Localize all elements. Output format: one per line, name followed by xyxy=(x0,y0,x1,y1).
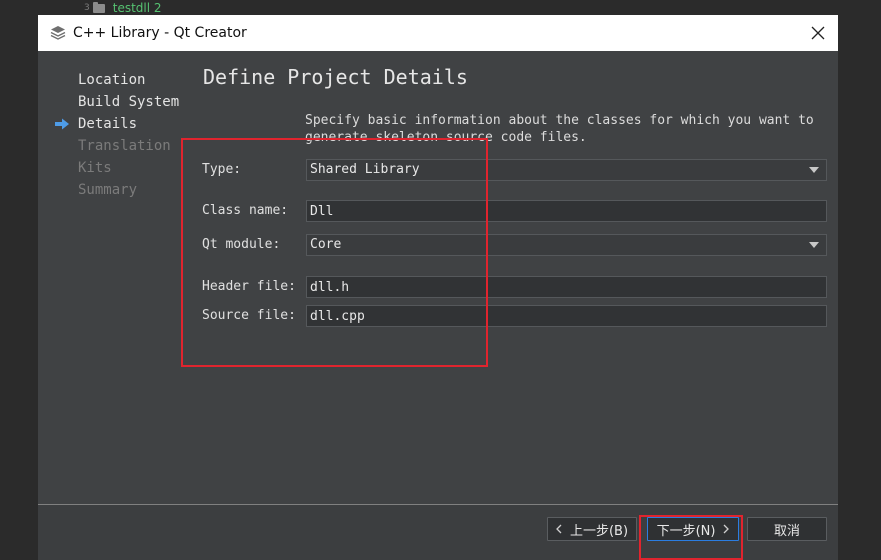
type-combobox[interactable]: Shared Library xyxy=(306,159,827,181)
next-button-label: 下一步(N) xyxy=(656,523,716,539)
step-label: Kits xyxy=(78,160,112,176)
step-label: Summary xyxy=(78,182,138,198)
step-location: Location xyxy=(54,69,204,91)
current-step-arrow-icon xyxy=(54,113,78,135)
chevron-down-icon xyxy=(808,160,820,180)
cancel-button[interactable]: 取消 xyxy=(747,517,827,541)
qt-creator-layers-icon xyxy=(49,24,67,42)
back-button[interactable]: 上一步(B) xyxy=(547,517,637,541)
chevron-right-icon xyxy=(723,524,730,534)
folder-icon xyxy=(92,1,105,13)
step-label: Location xyxy=(78,72,146,88)
step-details: Details xyxy=(54,113,204,135)
tree-project-name[interactable]: testdll 2 xyxy=(113,1,162,15)
page-title: Define Project Details xyxy=(203,65,468,89)
type-label: Type: xyxy=(202,162,242,177)
step-build-system: Build System xyxy=(54,91,204,113)
header-file-label: Header file: xyxy=(202,279,296,294)
class-name-input[interactable] xyxy=(306,200,827,222)
qt-module-label: Qt module: xyxy=(202,237,281,252)
step-kits: Kits xyxy=(54,157,204,179)
description-line-1: Specify basic information about the clas… xyxy=(305,113,814,128)
step-label: Build System xyxy=(78,94,180,110)
wizard-steps-list: Location Build System Details Translatio… xyxy=(54,69,204,201)
step-summary: Summary xyxy=(54,179,204,201)
qt-module-combobox-value: Core xyxy=(310,237,342,252)
page-description: Specify basic information about the clas… xyxy=(305,112,830,146)
source-file-input[interactable] xyxy=(306,305,827,327)
chevron-left-icon xyxy=(556,524,562,534)
wizard-footer: 上一步(B) 下一步(N) 取消 xyxy=(38,505,838,560)
window-titlebar: C++ Library - Qt Creator xyxy=(38,15,838,51)
header-file-input[interactable] xyxy=(306,276,827,298)
class-name-label: Class name: xyxy=(202,203,289,218)
step-label: Translation xyxy=(78,138,171,154)
new-project-wizard-dialog: C++ Library - Qt Creator Location Build … xyxy=(38,15,838,560)
next-button[interactable]: 下一步(N) xyxy=(647,517,739,541)
chevron-down-icon xyxy=(808,235,820,255)
tree-row-number: 3 xyxy=(84,3,90,13)
background-project-tree-row: 3 testdll 2 xyxy=(84,1,162,15)
cancel-button-label: 取消 xyxy=(773,523,800,539)
qt-module-combobox[interactable]: Core xyxy=(306,234,827,256)
source-file-label: Source file: xyxy=(202,308,296,323)
close-icon[interactable] xyxy=(808,23,828,43)
description-line-2: generate skeleton source code files. xyxy=(305,130,587,145)
step-translation: Translation xyxy=(54,135,204,157)
window-title: C++ Library - Qt Creator xyxy=(73,25,247,41)
back-button-label: 上一步(B) xyxy=(569,523,629,539)
step-label: Details xyxy=(78,116,138,132)
type-combobox-value: Shared Library xyxy=(310,162,420,177)
